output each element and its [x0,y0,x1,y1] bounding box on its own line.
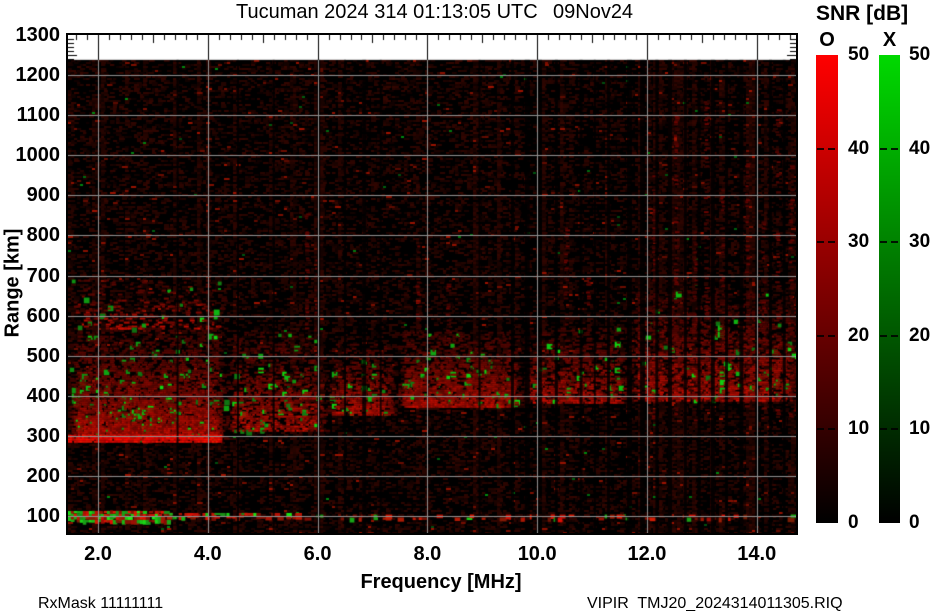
plot-title: Tucuman 2024 314 01:13:05 UTC [236,1,538,23]
colorbar-tick-mark [828,147,835,150]
colorbar-tick-mark [891,334,898,337]
source-file-text: VIPIR TMJ20_2024314011305.RIQ [587,595,843,612]
colorbar-tick-label: 50 [848,44,870,65]
y-tick-label: 1300 [15,24,61,46]
ionogram-heatmap-canvas [68,35,796,533]
x-tick-label: 4.0 [193,543,222,565]
y-tick-label: 900 [26,184,60,207]
colorbar-tick-mark [817,334,824,337]
colorbar-tick-label: 0 [909,512,920,533]
colorbar-tick-label: 0 [848,512,859,533]
x-tick-label: 2.0 [84,543,112,565]
colorbar-tick-label: 40 [909,137,931,159]
colorbar-tick-mark [817,428,824,431]
x-tick-label: 14.0 [737,543,777,565]
ionogram-screen: Tucuman 2024 314 01:13:05 UTC 09Nov24 Ra… [0,0,932,614]
x-tick-label: 6.0 [303,543,332,565]
y-tick-label: 400 [26,384,60,407]
y-tick-label: 100 [26,505,60,528]
x-tick-label: 8.0 [413,543,442,565]
colorbar-tick-mark [891,147,898,150]
rxmask-text: RxMask 11111111 [38,595,164,612]
colorbar-label-O: O [819,29,835,51]
colorbar-tick-label: 30 [848,231,870,253]
x-axis-title: Frequency [MHz] [360,571,522,593]
colorbar-tick-label: 30 [909,231,931,253]
y-tick-label: 800 [26,224,60,247]
colorbar-tick-label: 50 [909,44,931,65]
plot-frame [66,33,798,535]
colorbar-tick-mark [828,241,835,244]
x-tick-label: 10.0 [517,543,557,565]
y-tick-label: 200 [26,465,60,488]
y-tick-label: 600 [26,304,60,327]
colorbar-tick-mark [828,428,835,431]
y-tick-label: 1000 [15,144,61,167]
y-tick-label: 300 [26,424,60,447]
y-tick-label: 700 [26,264,60,287]
colorbar-tick-mark [891,428,898,431]
colorbar-tick-label: 10 [848,418,870,440]
colorbar-tick-mark [891,241,898,244]
x-tick-label: 12.0 [627,543,667,565]
colorbar-title: SNR [dB] [816,2,909,25]
y-tick-label: 1100 [16,104,60,127]
colorbar-tick-mark [880,428,887,431]
colorbar-gradient-O [816,55,838,523]
colorbar-tick-label: 40 [848,137,870,159]
y-tick-label: 1200 [15,64,61,87]
y-tick-label: 500 [26,344,60,367]
colorbar-tick-mark [828,334,835,337]
colorbar-label-X: X [882,29,897,51]
colorbar-tick-mark [880,147,887,150]
colorbar-tick-label: 20 [909,324,931,346]
colorbar-tick-mark [817,147,824,150]
colorbar-tick-label: 10 [909,418,931,440]
plot-date: 09Nov24 [553,1,634,23]
colorbar-tick-label: 20 [848,324,870,346]
colorbar-tick-mark [880,334,887,337]
colorbar-tick-mark [817,241,824,244]
colorbar-gradient-X [879,55,900,523]
colorbar-tick-mark [880,241,887,244]
